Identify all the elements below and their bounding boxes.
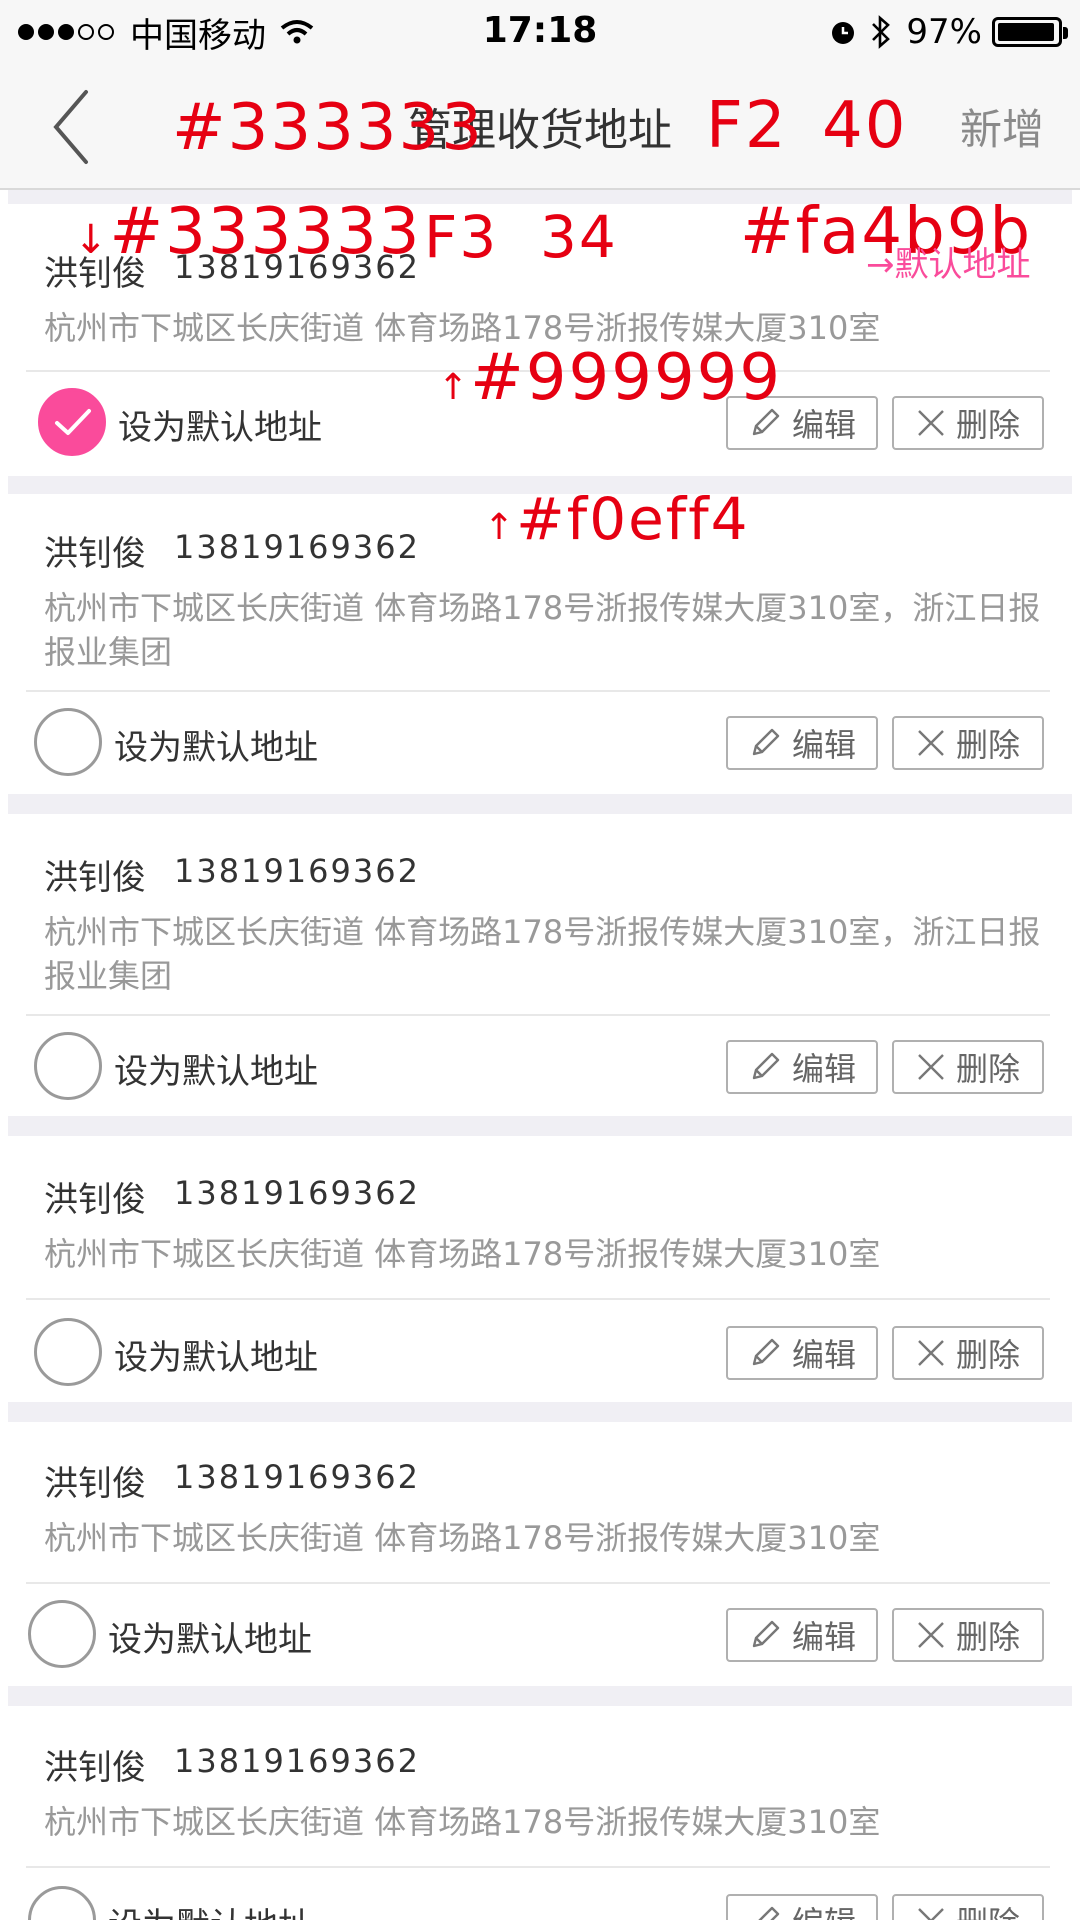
annotation-addr-color: ↑#999999 <box>438 346 782 410</box>
address-text: 杭州市下城区长庆街道 体育场路178号浙报传媒大厦310室 <box>44 1519 881 1557</box>
annotation-addr-color-text: #999999 <box>470 341 783 415</box>
card-divider <box>26 1866 1050 1868</box>
edit-button[interactable]: 编辑 <box>726 1608 878 1662</box>
check-icon <box>55 409 91 435</box>
nav-bar: 管理收货地址 新增 <box>0 64 1080 190</box>
status-right: 97% <box>828 10 1068 54</box>
edit-button[interactable]: 编辑 <box>726 1326 878 1380</box>
delete-label: 删除 <box>955 406 1020 444</box>
annotation-down-arrow: ↓ <box>74 217 110 263</box>
pencil-icon <box>752 1620 780 1648</box>
set-default-label[interactable]: 设为默认地址 <box>114 1044 318 1093</box>
annotation-bg-color-text: #f0eff4 <box>516 485 750 553</box>
delete-label: 删除 <box>955 1050 1020 1088</box>
pencil-icon <box>758 1906 780 1920</box>
recipient-name: 洪钊俊 <box>44 1464 146 1504</box>
recipient-name: 洪钊俊 <box>44 858 146 898</box>
card-separator <box>8 1116 1072 1136</box>
close-icon <box>918 1054 944 1080</box>
recipient-name: 洪钊俊 <box>44 1748 146 1788</box>
alarm-icon <box>832 22 855 44</box>
set-default-label[interactable]: 设为默认地址 <box>108 1612 312 1661</box>
close-icon <box>918 1908 944 1920</box>
default-radio[interactable] <box>28 1600 96 1668</box>
edit-label: 编辑 <box>791 406 856 444</box>
delete-button[interactable]: 删除 <box>892 1608 1044 1662</box>
card-divider <box>26 1298 1050 1300</box>
annotation-title-size: 40 <box>822 89 908 163</box>
annotation-up-arrow: ↑ <box>438 367 471 408</box>
card-divider <box>26 1014 1050 1016</box>
battery-icon <box>992 17 1068 47</box>
delete-label: 删除 <box>955 1618 1020 1656</box>
address-text: 杭州市下城区长庆街道 体育场路178号浙报传媒大厦310室，浙江日报报业集团 <box>44 589 1041 671</box>
set-default-label[interactable]: 设为默认地址 <box>114 1330 318 1379</box>
recipient-name: 洪钊俊 <box>44 534 146 574</box>
default-radio[interactable] <box>28 1886 96 1920</box>
address-text: 杭州市下城区长庆街道 体育场路178号浙报传媒大厦310室 <box>44 1235 881 1273</box>
default-address-tag: →默认地址 <box>866 245 1031 285</box>
annotation-name-color-text: #333333 <box>109 195 422 269</box>
address-card: 洪钊俊 13819169362 杭州市下城区长庆街道 体育场路178号浙报传媒大厦3… <box>0 1422 1080 1686</box>
card-divider <box>26 1582 1050 1584</box>
card-separator <box>8 1402 1072 1422</box>
battery-percent: 97% <box>906 12 982 52</box>
pencil-icon <box>752 728 780 756</box>
delete-button[interactable]: 删除 <box>892 396 1044 450</box>
card-separator <box>8 794 1072 814</box>
annotation-bg-color: ↑#f0eff4 <box>484 490 750 548</box>
annotation-name-color: ↓#333333 <box>74 200 421 264</box>
default-radio[interactable] <box>38 388 106 456</box>
delete-button[interactable]: 删除 <box>892 1894 1044 1920</box>
add-address-button[interactable]: 新增 <box>960 96 1044 157</box>
address-card: 洪钊俊 13819169362 杭州市下城区长庆街道 体育场路178号浙报传媒大厦3… <box>0 1136 1080 1402</box>
recipient-phone: 13819169362 <box>174 1174 420 1212</box>
recipient-name: 洪钊俊 <box>44 1180 146 1220</box>
recipient-phone: 13819169362 <box>174 1458 420 1496</box>
annotation-up-arrow-2: ↑ <box>484 507 517 548</box>
card-separator <box>8 1686 1072 1706</box>
delete-button[interactable]: 删除 <box>892 1326 1044 1380</box>
delete-label: 删除 <box>956 1898 1020 1920</box>
set-default-label[interactable]: 设为默认地址 <box>118 400 322 449</box>
annotation-title-font: F2 <box>706 89 788 163</box>
status-bar: 中国移动 17:18 97% <box>0 0 1080 64</box>
pencil-icon <box>752 1052 780 1080</box>
edit-button[interactable]: 编辑 <box>726 1894 878 1920</box>
default-radio[interactable] <box>34 708 102 776</box>
edit-label: 编辑 <box>791 1336 856 1374</box>
bluetooth-icon <box>872 15 891 49</box>
edit-label: 编辑 <box>792 1898 856 1920</box>
delete-button[interactable]: 删除 <box>892 1040 1044 1094</box>
edit-label: 编辑 <box>791 1050 856 1088</box>
edit-label: 编辑 <box>791 726 856 764</box>
delete-label: 删除 <box>955 1336 1020 1374</box>
close-icon <box>918 410 944 436</box>
edit-label: 编辑 <box>791 1618 856 1656</box>
close-icon <box>918 730 944 756</box>
page-title: 管理收货地址 <box>408 105 672 156</box>
card-divider <box>26 690 1050 692</box>
address-card: 洪钊俊 13819169362 杭州市下城区长庆街道 体育场路178号浙报传媒大厦3… <box>0 814 1080 1116</box>
pencil-icon <box>752 1338 780 1366</box>
address-text: 杭州市下城区长庆街道 体育场路178号浙报传媒大厦310室 <box>44 1803 881 1841</box>
edit-button[interactable]: 编辑 <box>726 1040 878 1094</box>
annotation-name-font: F3 <box>424 203 499 271</box>
set-default-label[interactable]: 设为默认地址 <box>108 1898 312 1920</box>
annotation-title-color: #333333 <box>172 91 484 165</box>
default-radio[interactable] <box>34 1318 102 1386</box>
close-icon <box>918 1340 944 1366</box>
delete-button[interactable]: 删除 <box>892 716 1044 770</box>
address-card: 洪钊俊 13819169362 杭州市下城区长庆街道 体育场路178号浙报传媒大厦3… <box>0 1706 1080 1920</box>
recipient-phone: 13819169362 <box>174 852 420 890</box>
address-text: 杭州市下城区长庆街道 体育场路178号浙报传媒大厦310室，浙江日报报业集团 <box>44 913 1041 995</box>
recipient-phone: 13819169362 <box>174 528 420 566</box>
delete-label: 删除 <box>955 726 1020 764</box>
edit-button[interactable]: 编辑 <box>726 716 878 770</box>
close-icon <box>918 1622 944 1648</box>
recipient-phone: 13819169362 <box>174 1742 420 1780</box>
annotation-name-size: 34 <box>540 203 618 271</box>
set-default-label[interactable]: 设为默认地址 <box>114 720 318 769</box>
default-radio[interactable] <box>34 1032 102 1100</box>
